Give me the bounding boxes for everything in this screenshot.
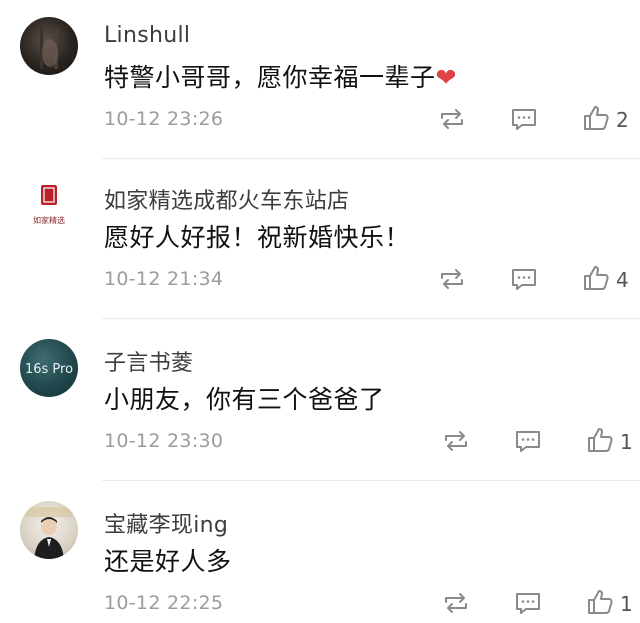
thumbs-up-icon[interactable]: [584, 586, 616, 618]
timestamp: 10-12 23:30: [104, 430, 224, 452]
repost-icon[interactable]: [436, 103, 468, 135]
avatar[interactable]: 16s Pro: [20, 339, 78, 397]
username[interactable]: Linshull: [104, 23, 190, 48]
divider: [102, 318, 640, 319]
comment-item: 16s Pro 子言书菱 小朋友，你有三个爸爸了 10-12 23:30 1: [0, 322, 640, 482]
comment-icon[interactable]: [508, 103, 540, 135]
hotel-logo-icon: 如家精选: [33, 185, 65, 225]
timestamp: 10-12 23:26: [104, 108, 224, 130]
comment-text: 还是好人多: [104, 547, 232, 576]
like-count: 1: [620, 430, 633, 454]
timestamp: 10-12 22:25: [104, 592, 224, 614]
comment-icon[interactable]: [508, 263, 540, 295]
username[interactable]: 如家精选成都火车东站店: [104, 183, 349, 215]
thumbs-up-icon[interactable]: [580, 102, 612, 134]
avatar-image: [26, 507, 72, 559]
divider: [102, 480, 640, 481]
avatar[interactable]: [20, 501, 78, 559]
comment-text-body: 特警小哥哥，愿你幸福一辈子: [104, 63, 436, 92]
avatar-image: 16s Pro: [25, 362, 73, 377]
avatar-logo-text: 16s Pro: [25, 362, 73, 377]
comment-item: 宝藏李现ing 还是好人多 10-12 22:25 1: [0, 484, 640, 623]
divider: [102, 158, 640, 159]
comment-text: 愿好人好报！祝新婚快乐！: [104, 223, 411, 252]
timestamp: 10-12 21:34: [104, 268, 224, 290]
comment-icon[interactable]: [512, 587, 544, 619]
repost-icon[interactable]: [436, 263, 468, 295]
repost-icon[interactable]: [440, 425, 472, 457]
thumbs-up-icon[interactable]: [580, 262, 612, 294]
comment-item: 如家精选 如家精选成都火车东站店 愿好人好报！祝新婚快乐！ 10-12 21:3…: [0, 160, 640, 320]
thumbs-up-icon[interactable]: [584, 424, 616, 456]
avatar-logo-text: 如家精选: [33, 215, 65, 225]
comment-icon[interactable]: [512, 425, 544, 457]
avatar-image: [40, 25, 58, 69]
comment-text: 特警小哥哥，愿你幸福一辈子❤: [104, 58, 457, 94]
avatar[interactable]: [20, 17, 78, 75]
like-count: 1: [620, 592, 633, 616]
heart-emoji-icon: ❤: [435, 63, 457, 92]
comment-text: 小朋友，你有三个爸爸了: [104, 385, 385, 414]
repost-icon[interactable]: [440, 587, 472, 619]
comment-item: Linshull 特警小哥哥，愿你幸福一辈子❤ 10-12 23:26 2: [0, 0, 640, 160]
username[interactable]: 子言书菱: [104, 345, 193, 377]
like-count: 4: [616, 268, 629, 292]
avatar[interactable]: 如家精选: [20, 177, 78, 235]
username[interactable]: 宝藏李现ing: [104, 507, 228, 539]
like-count: 2: [616, 108, 629, 132]
